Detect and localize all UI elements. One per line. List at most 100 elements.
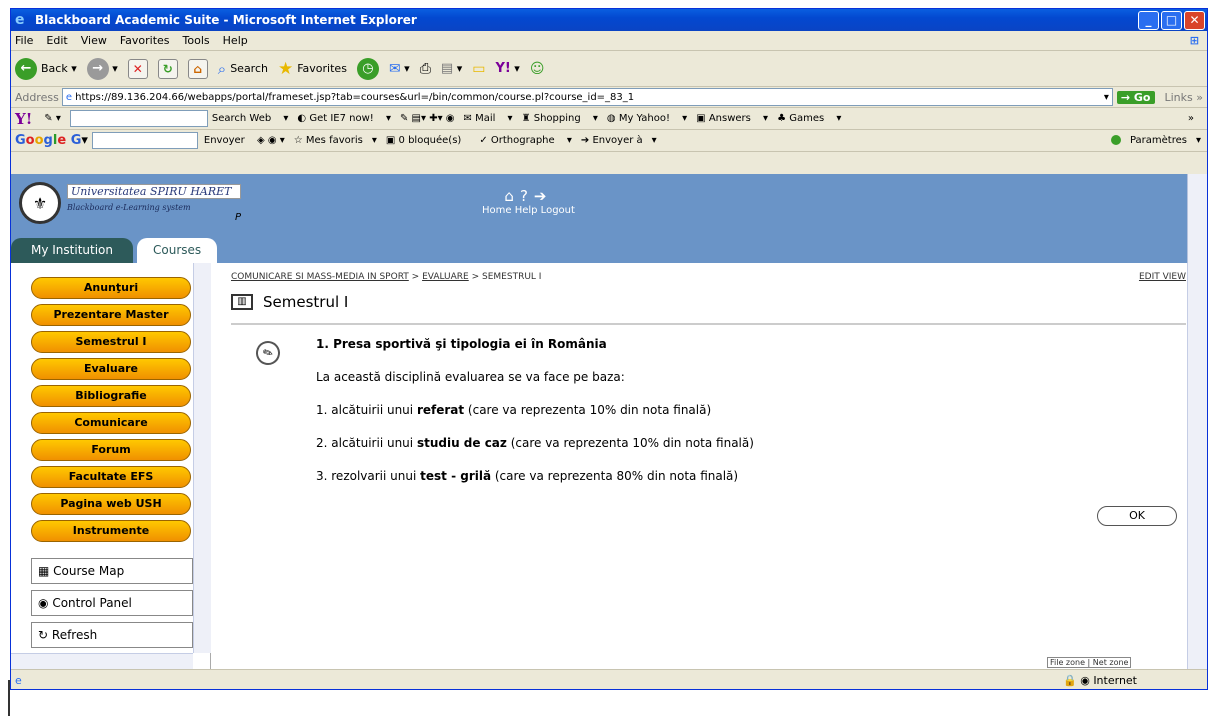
book-icon: ▥ [231, 294, 253, 310]
map-icon: ▦ [38, 564, 50, 578]
search-icon: ⌕ [217, 59, 227, 78]
close-button[interactable]: ✕ [1184, 10, 1205, 30]
page-status-icon: e [15, 673, 22, 687]
status-bar: e 🔒 ◉ Internet [11, 669, 1207, 689]
windows-logo-icon: ⊞ [1189, 34, 1199, 47]
favorites-button[interactable]: ★ Favorites [278, 59, 347, 79]
ok-button[interactable]: OK [1097, 506, 1177, 526]
google-spellcheck[interactable]: ✓ Orthographe ▾ [479, 135, 572, 146]
nav-pagina-web-ush[interactable]: Pagina web USH [31, 493, 191, 515]
history-button[interactable]: ◷ [356, 57, 379, 80]
google-send-to[interactable]: ➔ Envoyer à ▾ [581, 135, 657, 146]
search-button[interactable]: ⌕ Search [218, 60, 268, 78]
links-button[interactable]: Links » [1165, 91, 1204, 104]
nav-anunturi[interactable]: Anunţuri [31, 277, 191, 299]
yahoo-mail[interactable]: ✉ Mail ▾ [464, 113, 513, 124]
menu-file[interactable]: File [15, 34, 33, 47]
stop-button[interactable]: ✕ [127, 58, 148, 79]
yahoo-toolbar: Y! ✎ ▾ Search Web ▾ ◐ Get IE7 now! ▾ ✎ ▤… [11, 108, 1207, 130]
logout-icon[interactable]: ➔ [534, 187, 553, 205]
top-nav-labels[interactable]: Home Help Logout [482, 205, 575, 216]
menu-bar: File Edit View Favorites Tools Help ⊞ [11, 31, 1207, 51]
sidebar-horizontal-scrollbar[interactable] [11, 653, 193, 669]
google-settings[interactable]: Paramètres ▾ [1110, 135, 1201, 146]
refresh-button-side[interactable]: ↻ Refresh [31, 622, 193, 648]
refresh-button[interactable]: ↻ [157, 58, 178, 79]
nav-comunicare[interactable]: Comunicare [31, 412, 191, 434]
nav-bibliografie[interactable]: Bibliografie [31, 385, 191, 407]
google-toolbar: Google G▾ Envoyer ◈ ◉ ▾ ☆ Mes favoris ▾ ▣… [11, 130, 1207, 152]
go-button[interactable]: → Go [1116, 90, 1155, 104]
print-button[interactable]: ⎙ [420, 61, 431, 77]
nav-prezentare-master[interactable]: Prezentare Master [31, 304, 191, 326]
yahoo-my-yahoo[interactable]: ◍ My Yahoo! ▾ [607, 113, 687, 124]
minimize-button[interactable]: _ [1138, 10, 1159, 30]
help-icon[interactable]: ? [520, 187, 534, 205]
nav-evaluare[interactable]: Evaluare [31, 358, 191, 380]
document-icon: ✎ [252, 337, 284, 369]
top-nav: ⌂?➔ Home Help Logout [482, 187, 575, 216]
menu-edit[interactable]: Edit [46, 34, 67, 47]
google-favoris[interactable]: ☆ Mes favoris ▾ [294, 135, 377, 146]
yahoo-games[interactable]: ♣ Games ▾ [777, 113, 841, 124]
research-button[interactable]: ☺ [530, 61, 545, 77]
university-logo: ⚜ Universitatea SPIRU HARET Blackboard e… [19, 182, 242, 224]
control-panel-button[interactable]: ◉ Control Panel [31, 590, 193, 616]
discuss-button[interactable]: ▭ [472, 61, 485, 77]
header-scrollbar[interactable] [1187, 174, 1207, 263]
nav-facultate-efs[interactable]: Facultate EFS [31, 466, 191, 488]
pencil-icon[interactable]: ✎ ▾ [44, 113, 61, 124]
security-zone: 🔒 ◉ Internet [1063, 673, 1137, 687]
yahoo-logo-icon[interactable]: Y! [15, 110, 32, 128]
tab-my-institution[interactable]: My Institution [11, 238, 134, 263]
yahoo-answers[interactable]: ▣ Answers ▾ [696, 113, 768, 124]
google-envoyer[interactable]: Envoyer ◈ ◉ ▾ [204, 135, 285, 146]
back-button[interactable]: ← Back ▾ [15, 57, 77, 80]
content-intro: La această disciplină evaluarea se va fa… [316, 370, 625, 384]
nav-forum[interactable]: Forum [31, 439, 191, 461]
yahoo-tools-icon[interactable]: ✎ ▤▾ ✚▾ ◉ [400, 113, 455, 124]
home-icon[interactable]: ⌂ [504, 187, 520, 205]
edit-button[interactable]: ▤ ▾ [441, 61, 462, 76]
settings-icon [1110, 135, 1121, 145]
menu-tools[interactable]: Tools [183, 34, 210, 47]
yahoo-search-input[interactable] [69, 110, 208, 127]
yahoo-shopping[interactable]: ♜ Shopping ▾ [522, 113, 598, 124]
menu-view[interactable]: View [81, 34, 107, 47]
zone-indicator: File zone | Net zone [1047, 657, 1132, 668]
google-popup-blocked[interactable]: ▣ 0 bloquée(s) [386, 135, 470, 146]
address-input[interactable]: e https://89.136.204.66/webapps/portal/f… [61, 88, 1113, 106]
breadcrumb-evaluare[interactable]: EVALUARE [422, 272, 469, 282]
nav-semestrul-i[interactable]: Semestrul I [31, 331, 191, 353]
page-icon: e [65, 91, 76, 103]
edit-icon: ▤ [440, 61, 454, 76]
forward-button[interactable]: → ▾ [86, 57, 118, 80]
main-vertical-scrollbar[interactable] [1187, 263, 1207, 669]
blackboard-header: ⚜ Universitatea SPIRU HARET Blackboard e… [11, 174, 1187, 263]
chevron-down-icon[interactable]: ▾ [1101, 92, 1112, 103]
menu-help[interactable]: Help [223, 34, 248, 47]
desktop-edge [8, 680, 10, 716]
menu-favorites[interactable]: Favorites [120, 34, 170, 47]
mail-button[interactable]: ✉ ▾ [389, 61, 410, 77]
lock-icon: 🔒 [1063, 673, 1077, 687]
chevron-down-icon: ▾ [453, 62, 463, 75]
overflow-chevron-icon[interactable]: » [1188, 113, 1194, 124]
breadcrumb-course[interactable]: COMUNICARE SI MASS-MEDIA IN SPORT [231, 272, 409, 282]
home-button[interactable]: ⌂ [187, 58, 208, 79]
sidebar-vertical-scrollbar[interactable] [193, 263, 211, 653]
edit-view-link[interactable]: EDIT VIEW [1139, 272, 1186, 282]
nav-instrumente[interactable]: Instrumente [31, 520, 191, 542]
course-map-button[interactable]: ▦ Course Map [31, 558, 193, 584]
yahoo-search-web[interactable]: Search Web ▾ [212, 113, 289, 124]
maximize-button[interactable]: □ [1161, 10, 1182, 30]
tab-bar: My Institution Courses [11, 238, 221, 263]
tab-courses[interactable]: Courses [137, 238, 218, 263]
standard-toolbar: ← Back ▾ → ▾ ✕ ↻ ⌂ ⌕ Search ★ Favorites ◷ ✉… [11, 51, 1207, 87]
yahoo-get-ie7[interactable]: ◐ Get IE7 now! ▾ [297, 113, 391, 124]
messenger-button[interactable]: Y! ▾ [495, 61, 519, 76]
header-p: P [235, 212, 242, 223]
google-logo-icon[interactable]: Google G▾ [15, 133, 88, 148]
google-search-input[interactable] [91, 132, 198, 149]
chevron-down-icon: ▾ [67, 62, 77, 75]
